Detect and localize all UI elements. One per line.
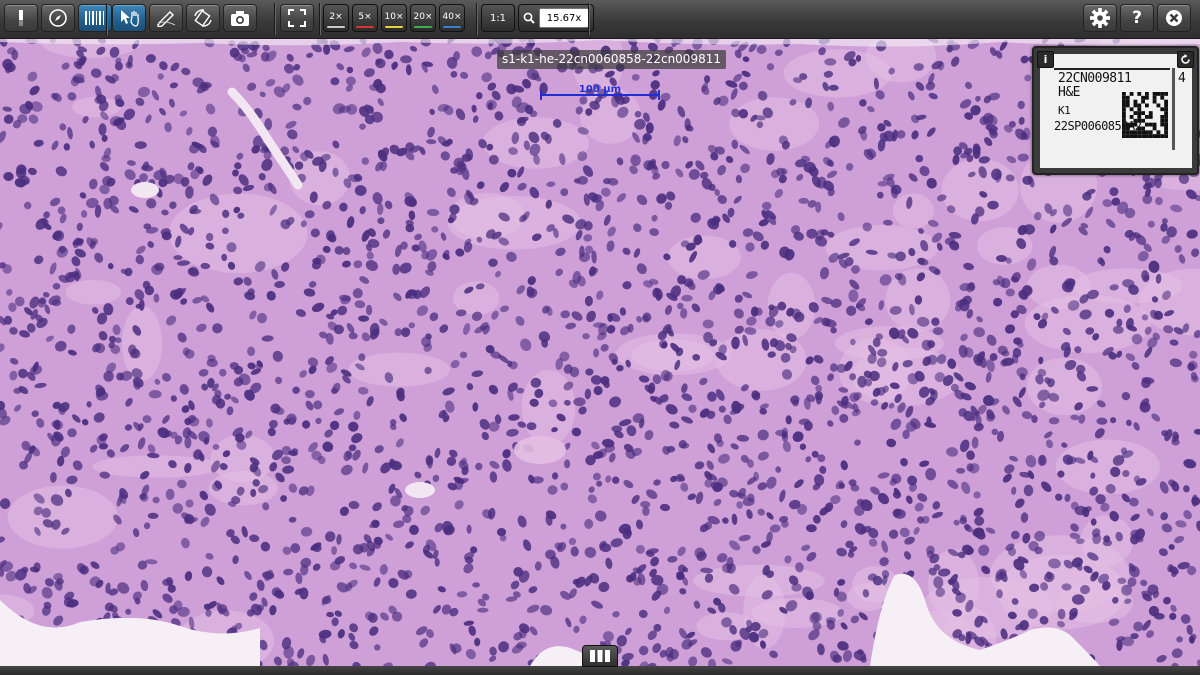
bottom-bar	[0, 666, 1200, 675]
magnification-label: 5×	[358, 12, 372, 22]
magnification-2x-button[interactable]: 2×	[323, 4, 349, 32]
thumbnail-strip-toggle[interactable]	[582, 645, 618, 667]
magnification-label: 10×	[384, 12, 404, 22]
label-line-block: K1	[1058, 104, 1071, 117]
refresh-icon	[1181, 54, 1190, 64]
view-tools-group	[4, 4, 112, 34]
rotate-icon	[194, 9, 212, 27]
compass-icon	[49, 9, 67, 27]
stroma-patch	[448, 193, 525, 239]
fullscreen-group	[280, 4, 314, 34]
cell-nucleus	[642, 506, 650, 517]
stroma-patch	[514, 436, 566, 464]
magnification-5x-button[interactable]: 5×	[352, 4, 378, 32]
top-toolbar: 2× 5× 10× 20× 40× 1:1 15.67x ?	[0, 0, 1200, 39]
fullscreen-tool-button[interactable]	[280, 4, 314, 32]
slide-title: s1-k1-he-22cn0060858-22cn009811	[497, 50, 726, 69]
label-line-case: 22CN009811	[1058, 71, 1132, 86]
cell-nucleus	[526, 422, 537, 431]
close-icon	[1166, 10, 1182, 26]
cell-nucleus	[569, 366, 580, 378]
barcode-icon	[85, 11, 104, 25]
annotate-tool-button[interactable]	[149, 4, 183, 32]
cell-nucleus	[250, 488, 257, 498]
zoom-group: 1:1 15.67x	[481, 4, 594, 34]
magnification-color-bar	[385, 26, 403, 28]
cell-nucleus	[806, 228, 818, 239]
cell-nucleus	[932, 327, 944, 336]
help-icon: ?	[1132, 8, 1142, 28]
rotate-tool-button[interactable]	[186, 4, 220, 32]
cell-nucleus	[366, 304, 373, 316]
magnification-color-bar	[356, 26, 374, 28]
label-refresh-button[interactable]	[1177, 51, 1194, 68]
stroma-patch	[121, 305, 163, 381]
slide-tool-button[interactable]	[4, 4, 38, 32]
cell-nucleus	[323, 43, 331, 55]
slide-label-panel: 22CN009811 4 H&E K1 22SP0060858A2 i	[1032, 46, 1199, 175]
slide-rect-icon	[19, 10, 23, 26]
magnification-40x-button[interactable]: 40×	[439, 4, 465, 32]
magnification-10x-button[interactable]: 10×	[381, 4, 407, 32]
cell-nucleus	[677, 275, 687, 285]
cell-nucleus	[645, 122, 654, 134]
zoom-level-input[interactable]: 15.67x	[539, 8, 589, 28]
stroma-patch	[892, 193, 934, 229]
cell-nucleus	[173, 255, 183, 261]
scale-bar-label: 100 μm	[578, 84, 622, 95]
cell-nucleus	[184, 436, 192, 449]
slide-label-image: 22CN009811 4 H&E K1 22SP0060858A2	[1040, 54, 1192, 168]
cell-nucleus	[154, 262, 165, 271]
cell-nucleus	[869, 370, 880, 382]
actual-size-button[interactable]: 1:1	[481, 4, 515, 32]
gear-icon	[1090, 8, 1110, 28]
expand-icon	[288, 9, 306, 27]
stroma-patch	[7, 485, 118, 549]
magnification-color-bar	[327, 26, 345, 28]
label-corner-number: 4	[1178, 71, 1186, 86]
magnification-label: 40×	[442, 12, 462, 22]
filmstrip-icon	[590, 650, 610, 662]
cell-nucleus	[450, 167, 459, 174]
interaction-tools-group	[112, 4, 257, 34]
navigator-tool-button[interactable]	[41, 4, 75, 32]
magnification-color-bar	[443, 26, 461, 28]
help-button[interactable]: ?	[1120, 4, 1154, 32]
cell-nucleus	[143, 223, 152, 230]
magnification-label: 2×	[329, 12, 343, 22]
magnification-color-bar	[414, 26, 432, 28]
info-icon: i	[1043, 53, 1048, 66]
stroma-patch	[65, 279, 121, 305]
pen-icon	[156, 11, 176, 27]
camera-icon	[231, 11, 249, 26]
zoom-control[interactable]: 15.67x	[518, 4, 594, 32]
right-tools-group: ?	[1083, 4, 1191, 34]
cell-nucleus	[474, 637, 481, 647]
hand-pointer-icon	[121, 10, 139, 27]
slide-viewer[interactable]	[0, 0, 1200, 675]
magnification-label: 20×	[413, 12, 433, 22]
magnification-20x-button[interactable]: 20×	[410, 4, 436, 32]
magnification-group: 2× 5× 10× 20× 40×	[323, 4, 465, 34]
stroma-patch	[521, 369, 576, 446]
pan-tool-button[interactable]	[112, 4, 146, 32]
vessel-lumen	[405, 482, 435, 498]
label-line-stain: H&E	[1058, 85, 1080, 100]
magnifier-icon	[523, 12, 535, 24]
label-info-button[interactable]: i	[1037, 51, 1054, 68]
close-button[interactable]	[1157, 4, 1191, 32]
settings-button[interactable]	[1083, 4, 1117, 32]
cell-nucleus	[577, 176, 588, 185]
snapshot-tool-button[interactable]	[223, 4, 257, 32]
tissue-image[interactable]	[0, 0, 1200, 675]
scale-bar: 100 μm	[540, 84, 660, 100]
datamatrix-barcode-icon	[1122, 92, 1168, 138]
cell-nucleus	[848, 289, 859, 303]
vessel-lumen	[131, 182, 159, 198]
